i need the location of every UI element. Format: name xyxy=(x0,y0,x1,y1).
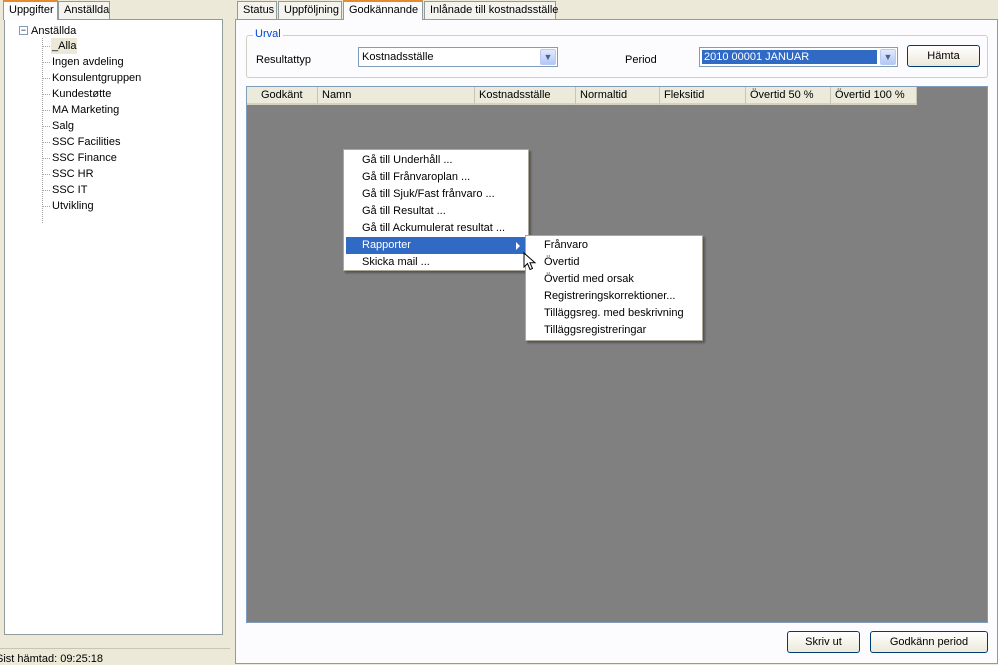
column-header-godkant[interactable]: Godkänt xyxy=(247,87,318,105)
column-header-overtid-100[interactable]: Övertid 100 % xyxy=(831,87,917,105)
mouse-cursor-icon xyxy=(523,252,537,271)
period-label: Period xyxy=(625,54,657,66)
fetch-button[interactable]: Hämta xyxy=(907,45,980,67)
tab-anstallda[interactable]: Anställda xyxy=(58,1,110,19)
tab-uppgifter[interactable]: Uppgifter xyxy=(3,0,58,20)
reports-submenu: Frånvaro Övertid Övertid med orsak Regis… xyxy=(525,235,703,341)
menu-item-underhall[interactable]: Gå till Underhåll ... xyxy=(346,152,526,169)
employee-tree-panel: − Anställda _Alla Ingen avdeling Konsule… xyxy=(4,19,223,635)
submenu-item-registreringskorrektioner[interactable]: Registreringskorrektioner... xyxy=(528,288,700,305)
collapse-icon[interactable]: − xyxy=(19,26,28,35)
tab-uppfoljning[interactable]: Uppföljning xyxy=(278,1,342,19)
resultattyp-select[interactable]: Kostnadsställe ▼ xyxy=(358,47,558,67)
status-bar-text: Sist hämtad: 09:25:18 xyxy=(0,653,104,665)
menu-item-ackumulerat-resultat[interactable]: Gå till Ackumulerat resultat ... xyxy=(346,220,526,237)
resultattyp-label: Resultattyp xyxy=(256,54,312,66)
period-select[interactable]: 2010 00001 JANUAR ▼ xyxy=(699,47,898,67)
chevron-down-icon[interactable]: ▼ xyxy=(880,49,896,65)
column-header-overtid-50[interactable]: Övertid 50 % xyxy=(746,87,831,105)
print-button[interactable]: Skriv ut xyxy=(787,631,860,653)
column-header-fleksitid[interactable]: Fleksitid xyxy=(660,87,746,105)
column-header-normaltid[interactable]: Normaltid xyxy=(576,87,660,105)
submenu-item-franvaro[interactable]: Frånvaro xyxy=(528,237,700,254)
resultattyp-value: Kostnadsställe xyxy=(362,51,434,63)
column-header-kostnadsstalle[interactable]: Kostnadsställe xyxy=(475,87,576,105)
menu-item-resultat[interactable]: Gå till Resultat ... xyxy=(346,203,526,220)
submenu-item-tillaggsreg-beskrivning[interactable]: Tilläggsreg. med beskrivning xyxy=(528,305,700,322)
menu-item-skicka-mail[interactable]: Skicka mail ... xyxy=(346,254,526,271)
submenu-item-tillaggsregistreringar[interactable]: Tilläggsregistreringar xyxy=(528,322,700,339)
column-header-namn[interactable]: Namn xyxy=(318,87,475,105)
menu-item-sjuk-fast-franvaro[interactable]: Gå till Sjuk/Fast frånvaro ... xyxy=(346,186,526,203)
tree-connector xyxy=(42,38,43,223)
submenu-arrow-icon xyxy=(516,242,520,250)
approve-period-button[interactable]: Godkänn period xyxy=(870,631,988,653)
tab-status[interactable]: Status xyxy=(237,1,277,19)
submenu-item-overtid-med-orsak[interactable]: Övertid med orsak xyxy=(528,271,700,288)
submenu-item-overtid[interactable]: Övertid xyxy=(528,254,700,271)
status-bar-divider xyxy=(0,648,230,649)
tab-inlanade-till-kostnadsstalle[interactable]: Inlånade till kostnadsställe xyxy=(424,1,558,19)
chevron-down-icon[interactable]: ▼ xyxy=(540,49,556,65)
context-menu: Gå till Underhåll ... Gå till Frånvaropl… xyxy=(343,149,529,271)
menu-item-franvaroplan[interactable]: Gå till Frånvaroplan ... xyxy=(346,169,526,186)
selection-group-legend: Urval xyxy=(253,28,283,40)
tab-godkannande[interactable]: Godkännande xyxy=(343,0,423,20)
period-value: 2010 00001 JANUAR xyxy=(702,50,877,64)
tree-root-label: Anställda xyxy=(31,25,77,37)
menu-item-rapporter[interactable]: Rapporter xyxy=(346,237,526,254)
